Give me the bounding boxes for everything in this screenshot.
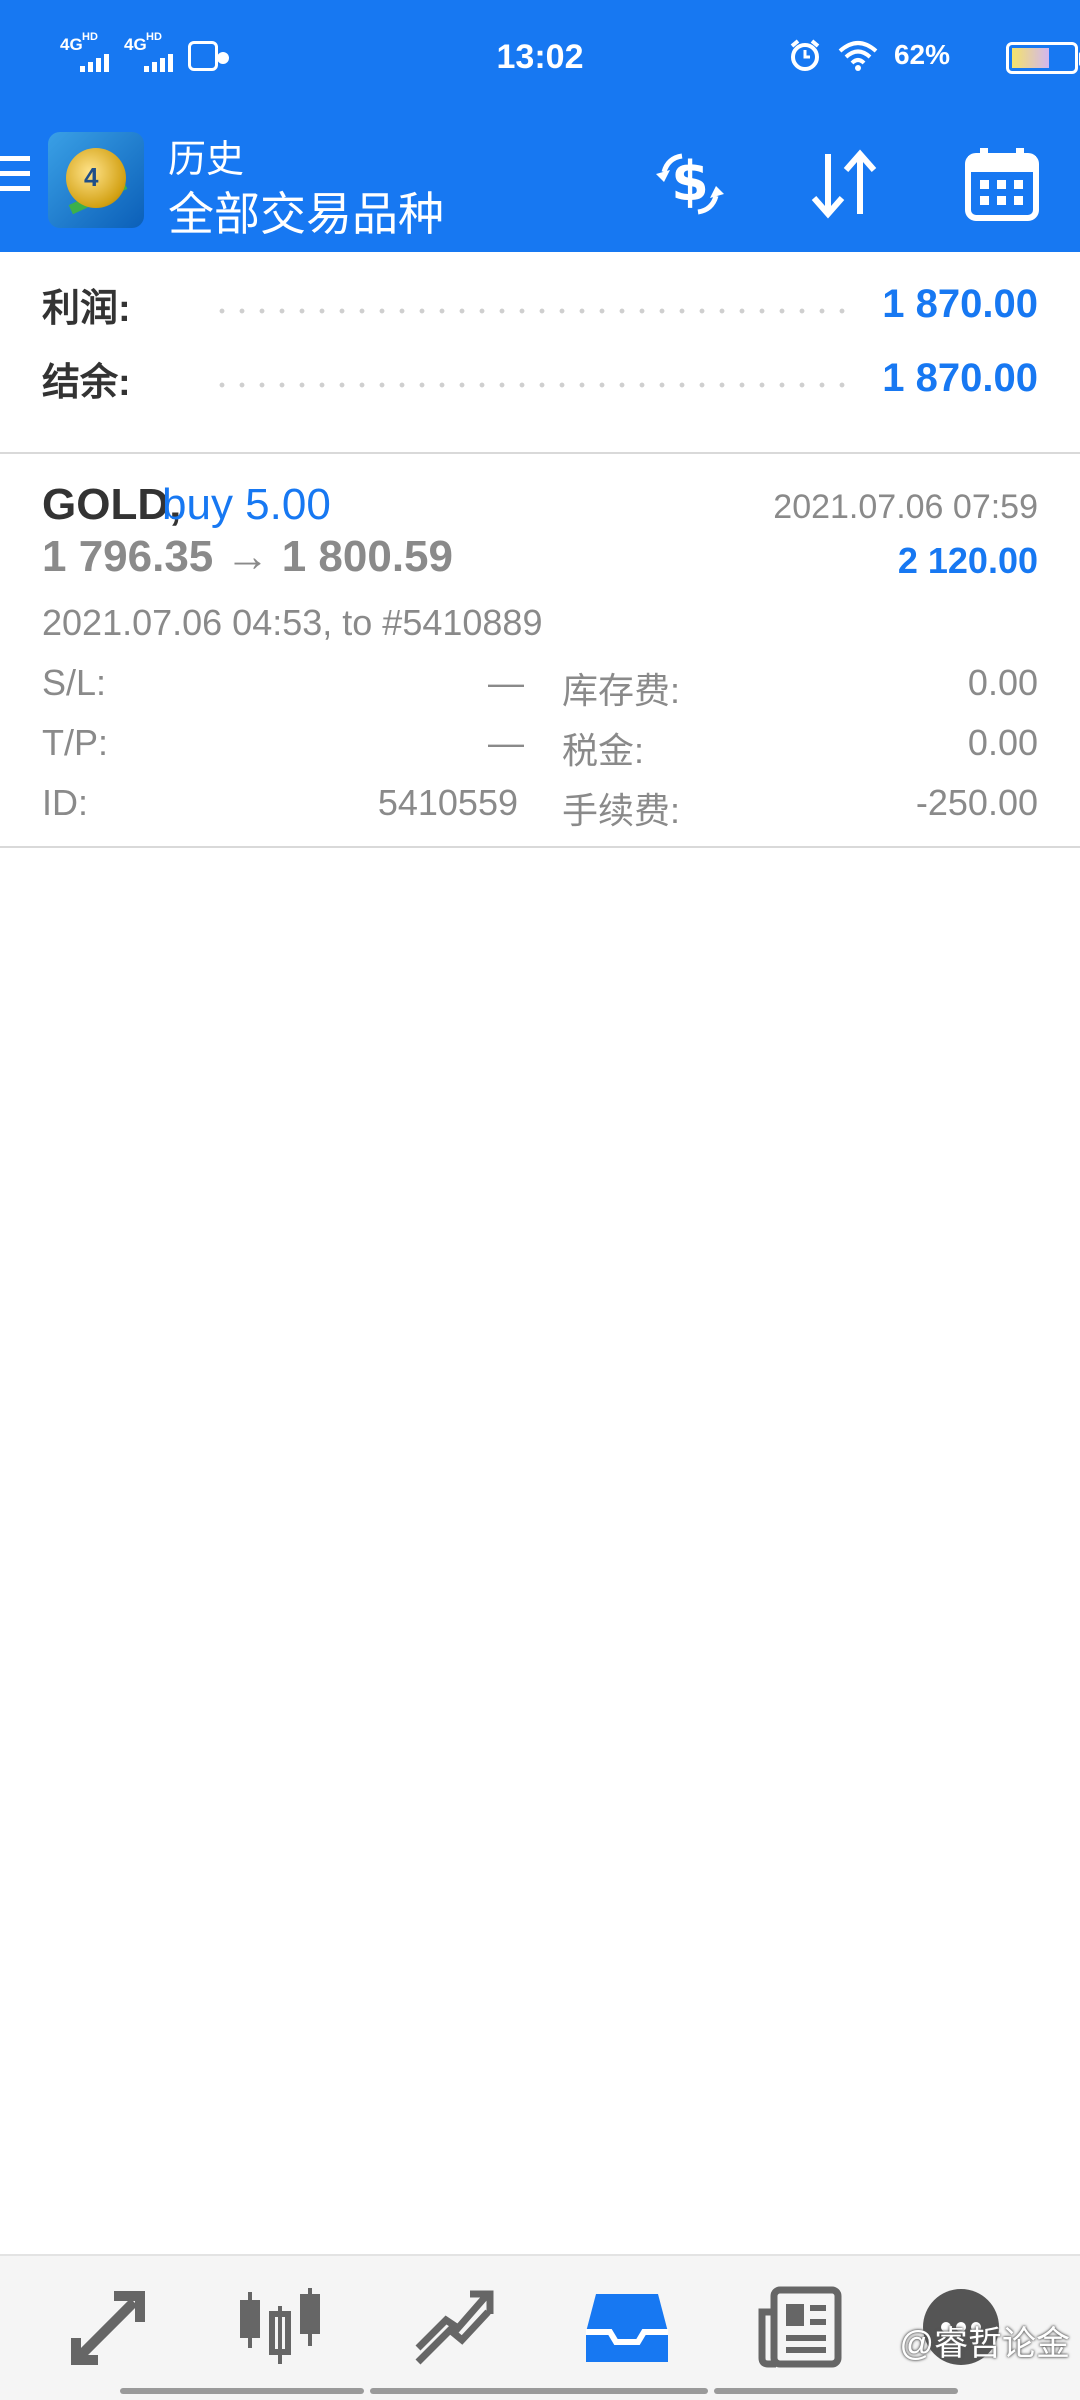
fee-value: -250.00 — [915, 782, 1038, 823]
quotes-icon[interactable] — [64, 2282, 154, 2372]
balance-value: 1 870.00 — [882, 355, 1038, 400]
id-value: 5410559 — [377, 782, 518, 823]
sort-icon[interactable] — [802, 142, 886, 226]
swap-label: 库存费: — [562, 670, 681, 711]
sl-value: — — [488, 662, 524, 703]
watermark: @睿哲论金 — [899, 2325, 1070, 2363]
swap-value: 0.00 — [967, 662, 1038, 703]
page-title: 历史 — [168, 139, 245, 181]
nav-indicator — [370, 2388, 708, 2394]
dotted-leader — [212, 308, 849, 314]
fee-label: 手续费: — [562, 790, 681, 831]
tax-value: 0.00 — [967, 722, 1038, 763]
news-icon[interactable] — [756, 2282, 846, 2372]
menu-icon[interactable] — [0, 156, 30, 201]
dollar-exchange-icon[interactable]: $ — [648, 142, 732, 226]
deal-profit: 2 120.00 — [897, 540, 1038, 581]
profit-row: 利润: 1 870.00 — [42, 274, 1038, 334]
tp-value: — — [488, 722, 524, 763]
nav-indicator — [120, 2388, 364, 2394]
calendar-icon[interactable] — [960, 142, 1044, 226]
tax-label: 税金: — [562, 730, 645, 771]
id-label: ID: — [42, 782, 89, 823]
profit-label: 利润: — [42, 287, 131, 330]
history-icon[interactable] — [582, 2282, 672, 2372]
dotted-leader — [212, 382, 849, 388]
wifi-icon — [838, 41, 878, 71]
trade-icon[interactable] — [410, 2282, 500, 2372]
deal-symbol: GOLD, — [42, 480, 182, 529]
deal-direction: buy 5.00 — [162, 480, 331, 529]
metatrader-logo: 4 — [48, 132, 144, 228]
status-bar: 4G HD 4G HD 13:02 62% — [0, 0, 1080, 120]
deal-prices: 1 796.35 → 1 800.59 — [42, 532, 453, 581]
deal-list-item[interactable]: GOLD, buy 5.00 2021.07.06 07:59 1 796.35… — [0, 456, 1080, 848]
battery-percent: 62% — [893, 39, 950, 70]
status-right: 62% — [788, 38, 950, 72]
nav-indicator — [714, 2388, 958, 2394]
deal-close-time: 2021.07.06 07:59 — [773, 488, 1038, 526]
alarm-icon — [790, 39, 820, 71]
balance-label: 结余: — [42, 361, 131, 404]
symbol-filter[interactable]: 全部交易品种 — [168, 178, 444, 244]
chart-icon[interactable] — [236, 2282, 326, 2372]
bottom-navigation: @睿哲论金 — [0, 2254, 1080, 2400]
sl-label: S/L: — [42, 662, 107, 703]
balance-row: 结余: 1 870.00 — [42, 348, 1038, 408]
deal-open-desc: 2021.07.06 04:53, to #5410889 — [42, 602, 543, 643]
summary-panel: 利润: 1 870.00 结余: 1 870.00 — [0, 252, 1080, 454]
app-bar: 4 历史 全部交易品种 $ — [0, 120, 1080, 252]
profit-value: 1 870.00 — [882, 281, 1038, 326]
tp-label: T/P: — [42, 722, 109, 763]
